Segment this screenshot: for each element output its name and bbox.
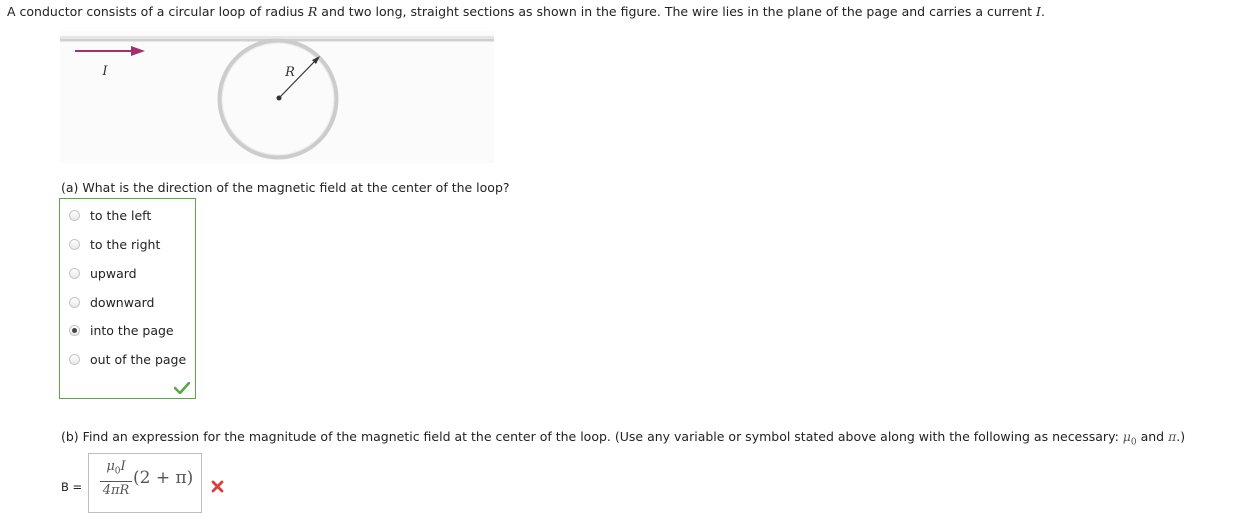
radio-button[interactable] bbox=[69, 209, 80, 221]
option-label: into the page bbox=[90, 322, 174, 338]
option-downward[interactable]: downward bbox=[69, 292, 154, 312]
option-label: out of the page bbox=[90, 351, 187, 367]
problem-statement: A conductor consists of a circular loop … bbox=[7, 4, 1045, 19]
part-a-question: (a) What is the direction of the magneti… bbox=[61, 180, 510, 195]
fraction-bar bbox=[100, 480, 132, 482]
radio-button[interactable] bbox=[69, 296, 80, 308]
option-right[interactable]: to the right bbox=[69, 234, 160, 254]
wire-loop-figure: I R bbox=[60, 31, 494, 163]
radio-button-selected[interactable] bbox=[69, 324, 80, 336]
answer-input[interactable]: μ0I 4πR (2 + π) bbox=[88, 453, 202, 513]
part-a-choices: to the left to the right upward downward… bbox=[59, 198, 196, 399]
part-b-question: (b) Find an expression for the magnitude… bbox=[61, 429, 1186, 448]
option-label: to the right bbox=[90, 236, 161, 252]
answer-label: B = bbox=[61, 480, 83, 494]
fraction-denominator: 4πR bbox=[102, 482, 130, 498]
option-label: upward bbox=[90, 265, 137, 281]
check-icon bbox=[174, 382, 190, 394]
answer-factor: (2 + π) bbox=[133, 468, 194, 488]
radio-button[interactable] bbox=[69, 238, 80, 250]
option-upward[interactable]: upward bbox=[69, 263, 137, 283]
x-icon bbox=[211, 480, 224, 493]
current-label: I bbox=[101, 64, 108, 79]
answer-fraction: μ0I 4πR bbox=[100, 459, 132, 499]
option-into-page[interactable]: into the page bbox=[69, 320, 174, 340]
option-left[interactable]: to the left bbox=[69, 205, 151, 225]
radius-label: R bbox=[284, 65, 295, 80]
option-label: to the left bbox=[90, 207, 152, 223]
problem-page: A conductor consists of a circular loop … bbox=[0, 0, 1250, 522]
option-out-of-page[interactable]: out of the page bbox=[69, 349, 186, 369]
option-label: downward bbox=[90, 294, 155, 310]
loop-center-dot bbox=[276, 95, 282, 101]
fraction-numerator: μ0I bbox=[106, 459, 126, 477]
radio-button[interactable] bbox=[69, 353, 80, 365]
radio-button[interactable] bbox=[69, 267, 80, 279]
